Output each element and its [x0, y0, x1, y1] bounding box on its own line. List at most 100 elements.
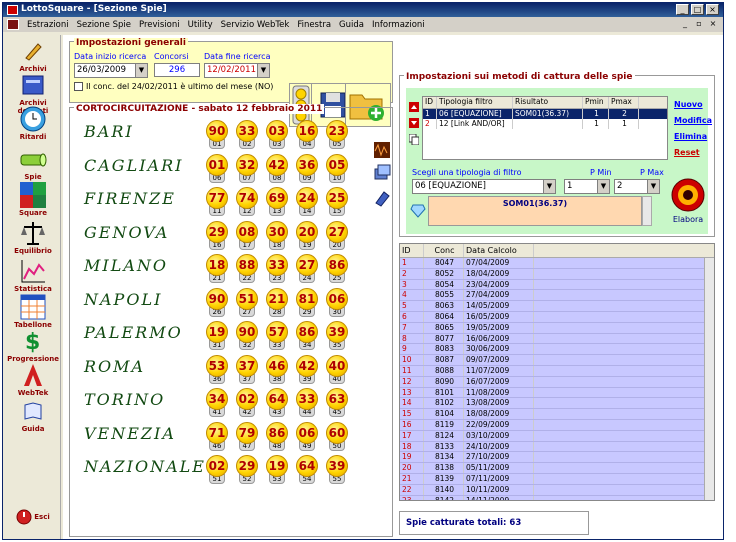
number-bulb[interactable]: 21 18 — [206, 254, 228, 284]
sidebar-item-equilibrio[interactable]: Equilibrio — [5, 219, 61, 255]
menu-sezione-spie[interactable]: Sezione Spie — [77, 20, 131, 30]
number-bulb[interactable]: 01 90 — [206, 120, 228, 150]
number-bulb[interactable]: 55 39 — [326, 455, 348, 485]
number-bulb[interactable]: 48 86 — [266, 421, 288, 452]
number-bulb[interactable]: 06 01 — [206, 153, 228, 184]
number-bulb[interactable]: 41 34 — [206, 388, 228, 418]
sidebar-item-guida[interactable]: Guida — [5, 397, 61, 433]
table-row[interactable]: 1 06 [EQUAZIONE] SOM01(36.37) 1 2 — [423, 109, 667, 119]
mdi-close-button[interactable]: × — [707, 19, 719, 29]
number-bulb[interactable]: 11 77 — [206, 187, 228, 217]
table-row[interactable]: 22 8140 10/11/2009 — [400, 484, 714, 496]
table-row[interactable]: 15 8104 18/08/2009 — [400, 409, 714, 420]
number-bulb[interactable]: 30 06 — [326, 287, 348, 318]
number-bulb[interactable]: 52 29 — [236, 455, 258, 485]
number-bulb[interactable]: 50 60 — [326, 421, 348, 452]
table-row[interactable]: 2 12 [Link AND/OR] 1 1 — [423, 119, 667, 129]
number-bulb[interactable]: 24 27 — [296, 254, 318, 284]
table-row[interactable]: 2 8052 18/04/2009 — [400, 268, 714, 280]
table-row[interactable]: 16 8119 22/09/2009 — [400, 419, 714, 431]
number-bulb[interactable]: 19 20 — [296, 220, 318, 251]
table-row[interactable]: 9 8083 30/06/2009 — [400, 344, 714, 356]
table-row[interactable]: 18 8133 24/10/2009 — [400, 441, 714, 453]
menu-guida[interactable]: Guida — [339, 20, 364, 30]
number-bulb[interactable]: 35 39 — [326, 321, 348, 351]
number-bulb[interactable]: 40 40 — [326, 354, 348, 385]
mdi-restore-button[interactable]: ▫ — [693, 19, 705, 29]
mdi-icon[interactable] — [7, 19, 19, 30]
number-bulb[interactable]: 47 79 — [236, 421, 258, 452]
number-bulb[interactable]: 46 71 — [206, 421, 228, 452]
table-row[interactable]: 5 8063 14/05/2009 — [400, 301, 714, 312]
close-button[interactable]: × — [706, 4, 719, 15]
number-bulb[interactable]: 20 27 — [326, 220, 348, 251]
pmin-combo[interactable]: 1 ▼ — [564, 179, 610, 194]
number-bulb[interactable]: 44 33 — [296, 388, 318, 418]
menu-previsioni[interactable]: Previsioni — [139, 20, 180, 30]
sidebar-item-progressione[interactable]: $ Progressione — [5, 327, 61, 363]
number-bulb[interactable]: 23 33 — [266, 254, 288, 284]
number-bulb[interactable]: 29 81 — [296, 287, 318, 318]
menu-informazioni[interactable]: Informazioni — [372, 20, 425, 30]
table-row[interactable]: 3 8054 23/04/2009 — [400, 279, 714, 291]
layers-icon[interactable] — [373, 163, 391, 181]
nuovo-link[interactable]: Nuovo — [674, 100, 703, 109]
number-bulb[interactable]: 33 57 — [266, 321, 288, 351]
number-bulb[interactable]: 10 05 — [326, 153, 348, 184]
copy-icon[interactable] — [409, 134, 419, 145]
end-date-combo[interactable]: 12/02/2011 ▼ — [204, 63, 270, 78]
table-row[interactable]: 10 8087 09/07/2009 — [400, 355, 714, 366]
reset-link[interactable]: Reset — [674, 148, 700, 157]
number-bulb[interactable]: 22 88 — [236, 254, 258, 284]
table-row[interactable]: 12 8090 16/07/2009 — [400, 376, 714, 388]
signal-icon[interactable] — [373, 141, 391, 159]
sidebar-item-spie[interactable]: Spie — [5, 145, 61, 181]
table-row[interactable]: 8 8077 16/06/2009 — [400, 333, 714, 345]
number-bulb[interactable]: 42 02 — [236, 388, 258, 418]
formula-scrollbar[interactable] — [642, 196, 652, 226]
table-row[interactable]: 1 8047 07/04/2009 — [400, 258, 714, 269]
number-bulb[interactable]: 28 21 — [266, 287, 288, 318]
number-bulb[interactable]: 25 86 — [326, 254, 348, 284]
menu-finestra[interactable]: Finestra — [297, 20, 331, 30]
number-bulb[interactable]: 18 30 — [266, 220, 288, 251]
maximize-button[interactable]: □ — [691, 4, 704, 15]
move-up-icon[interactable] — [409, 102, 419, 112]
number-bulb[interactable]: 03 03 — [266, 120, 288, 150]
number-bulb[interactable]: 14 24 — [296, 187, 318, 217]
sidebar-item-ritardi[interactable]: Ritardi — [5, 105, 61, 141]
number-bulb[interactable]: 17 08 — [236, 220, 258, 251]
number-bulb[interactable]: 04 16 — [296, 120, 318, 150]
number-bulb[interactable]: 16 29 — [206, 220, 228, 251]
number-bulb[interactable]: 54 64 — [296, 455, 318, 485]
number-bulb[interactable]: 32 90 — [236, 321, 258, 351]
menu-estrazioni[interactable]: Estrazioni — [27, 20, 69, 30]
start-date-combo[interactable]: 26/03/2009 ▼ — [74, 63, 148, 78]
results-scrollbar[interactable] — [704, 258, 714, 500]
elimina-link[interactable]: Elimina — [674, 132, 707, 141]
number-bulb[interactable]: 09 36 — [296, 153, 318, 184]
sidebar-item-statistica[interactable]: Statistica — [5, 257, 61, 293]
number-bulb[interactable]: 37 37 — [236, 354, 258, 385]
sidebar-item-archivi[interactable]: Archivi — [5, 37, 61, 73]
number-bulb[interactable]: 27 51 — [236, 287, 258, 318]
minimize-button[interactable]: _ — [676, 4, 689, 15]
number-bulb[interactable]: 45 63 — [326, 388, 348, 418]
number-bulb[interactable]: 02 33 — [236, 120, 258, 150]
number-bulb[interactable]: 07 32 — [236, 153, 258, 184]
table-row[interactable]: 19 8134 27/10/2009 — [400, 452, 714, 464]
number-bulb[interactable]: 39 42 — [296, 354, 318, 385]
last-of-month-checkbox[interactable]: Il conc. del 24/02/2011 è ultimo del mes… — [74, 82, 273, 91]
number-bulb[interactable]: 34 86 — [296, 321, 318, 351]
number-bulb[interactable]: 43 64 — [266, 388, 288, 418]
elabora-button[interactable]: Elabora — [668, 178, 708, 228]
concorsi-field[interactable]: 296 — [154, 63, 200, 77]
number-bulb[interactable]: 51 02 — [206, 455, 228, 485]
table-row[interactable]: 23 8142 14/11/2009 — [400, 495, 714, 500]
menu-utility[interactable]: Utility — [188, 20, 213, 30]
table-row[interactable]: 14 8102 13/08/2009 — [400, 398, 714, 410]
filter-type-combo[interactable]: 06 [EQUAZIONE] ▼ — [412, 179, 556, 194]
sidebar-item-square[interactable]: Square — [5, 181, 61, 217]
table-row[interactable]: 4 8055 27/04/2009 — [400, 290, 714, 302]
number-bulb[interactable]: 13 69 — [266, 187, 288, 217]
